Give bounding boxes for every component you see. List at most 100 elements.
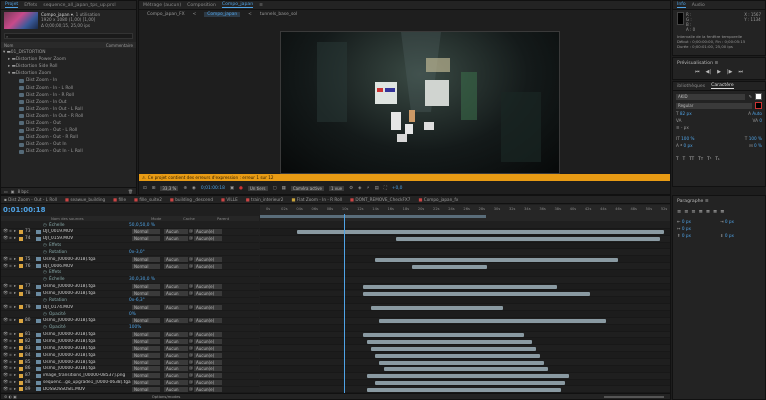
layer-parent-select[interactable]: Aucun(e) (194, 332, 222, 338)
layer-name[interactable]: Osmo_[00000-3018].tga (43, 318, 132, 323)
camera-snapshot-icon[interactable]: ◉ (192, 186, 196, 191)
next-frame-icon[interactable]: |▶ (727, 69, 733, 75)
viewer-timecode[interactable]: 0;01:00:18 (201, 186, 225, 191)
col-source-name[interactable]: Nom des sources (51, 216, 151, 221)
layer-name[interactable]: DJI_0174.MOV (43, 305, 132, 310)
transparency-grid-icon[interactable]: ▦ (282, 186, 286, 191)
layer-trkmat-select[interactable]: Aucun (164, 332, 188, 338)
label-color-swatch[interactable] (19, 332, 23, 337)
layer-parent-select[interactable]: Aucun(e) (194, 366, 222, 372)
property-value[interactable]: 0% (129, 312, 189, 317)
layer-trkmat-select[interactable]: Aucun (164, 304, 188, 310)
layer-parent-select[interactable]: Aucun(e) (194, 236, 222, 242)
list-item[interactable]: Dist Zoom - In Out (3, 99, 136, 106)
tab-composition[interactable]: Compo_japan (221, 2, 254, 8)
space-before-value[interactable]: 0 px (682, 233, 691, 238)
trash-icon[interactable]: 🗑 (128, 189, 133, 194)
all-caps-button[interactable]: TT (689, 156, 694, 161)
layer-parent-select[interactable]: Aucun(e) (194, 291, 222, 297)
layer-trkmat-select[interactable]: Aucun (164, 352, 188, 358)
layer-mode-select[interactable]: Normal (132, 291, 160, 297)
play-icon[interactable]: ▶ (717, 69, 721, 75)
layer-duration-bar[interactable] (367, 374, 569, 379)
layer-name[interactable]: Osmo_[00000-3018].tga (43, 353, 132, 358)
leading-value[interactable]: Auto (752, 111, 762, 116)
show-snapshot-icon[interactable]: ▣ (230, 186, 234, 191)
viewer-frame[interactable] (280, 31, 560, 174)
layer-parent-select[interactable]: Aucun(e) (194, 338, 222, 344)
layer-duration-bar[interactable] (395, 237, 660, 242)
list-item[interactable]: ▸ ▬ Distortion Power Zoom (3, 56, 136, 63)
tab-timeline[interactable]: ■ train_interieur2 (243, 197, 287, 202)
layer-parent-select[interactable]: Aucun(e) (194, 263, 222, 269)
layer-parent-select[interactable]: Aucun(e) (194, 359, 222, 365)
small-caps-button[interactable]: Tт (698, 156, 703, 161)
always-preview-icon[interactable]: ⊡ (143, 186, 147, 191)
label-color-swatch[interactable] (19, 264, 23, 269)
label-color-swatch[interactable] (19, 339, 23, 344)
align-center-button[interactable]: ≡ (684, 209, 688, 215)
grid-icon[interactable]: ⊞ (152, 186, 156, 191)
layer-duration-bar[interactable] (371, 305, 504, 310)
justify-center-button[interactable]: ≣ (706, 209, 710, 215)
zoom-select[interactable]: 33,3 % (160, 185, 179, 191)
bpc-label[interactable]: 8 bpc (18, 189, 29, 194)
layer-mode-select[interactable]: Normal (132, 386, 160, 392)
align-left-button[interactable]: ≡ (677, 209, 681, 215)
timeline-icon[interactable]: ▤ (375, 186, 379, 191)
tab-effects[interactable]: Effets (24, 3, 37, 8)
indent-right-value[interactable]: 0 px (725, 219, 734, 224)
layer-parent-select[interactable]: Aucun(e) (194, 373, 222, 379)
layer-duration-bar[interactable] (375, 257, 619, 262)
layer-trkmat-select[interactable]: Aucun (164, 338, 188, 344)
layer-mode-select[interactable]: Normal (132, 236, 160, 242)
layer-parent-select[interactable]: Aucun(e) (194, 345, 222, 351)
new-folder-icon[interactable]: ▭ (4, 189, 8, 194)
tab-composition-label[interactable]: Composition (187, 3, 216, 8)
col-name[interactable]: Nom (4, 43, 13, 48)
tab-timeline[interactable]: ■ seawue_building (62, 197, 108, 202)
layer-trkmat-select[interactable]: Aucun (164, 236, 188, 242)
list-item[interactable]: ▸ ▬ Distortion Side Roll (3, 63, 136, 70)
label-color-swatch[interactable] (19, 380, 23, 385)
tab-info[interactable]: Info (677, 2, 686, 8)
list-item[interactable]: Dist Zoom - Out In - L Roll (3, 148, 136, 155)
resolution-select[interactable]: Un tiers (247, 185, 268, 191)
label-color-swatch[interactable] (19, 387, 23, 392)
tsume-value[interactable]: 0 % (754, 143, 762, 148)
label-color-swatch[interactable] (19, 360, 23, 365)
camera-select[interactable]: Caméra active (290, 185, 324, 191)
col-trkmat[interactable]: Cache (183, 216, 217, 221)
folder-item[interactable]: ▾ ▬ 01_DISTORTION (3, 49, 136, 56)
faux-bold-button[interactable]: T (676, 156, 679, 161)
list-item[interactable]: Dist Zoom - In - L Roll (3, 84, 136, 91)
comp-name[interactable]: Compo_japan ▾ (41, 12, 73, 17)
layer-duration-bar[interactable] (363, 292, 590, 296)
tracking-value[interactable]: 0 (759, 118, 762, 123)
label-color-swatch[interactable] (19, 346, 23, 351)
layer-name[interactable]: Osmo_[00000-3018].tga (43, 257, 132, 262)
layer-name[interactable]: Osmo_[00000-3018].tga (43, 366, 132, 371)
layer-duration-bar[interactable] (367, 339, 532, 344)
list-item[interactable]: Dist Zoom - Out (3, 120, 136, 127)
layer-parent-select[interactable]: Aucun(e) (194, 229, 222, 235)
layer-parent-select[interactable]: Aucun(e) (194, 304, 222, 310)
layer-name[interactable]: Osmo_[00000-3018].tga (43, 332, 132, 337)
layer-mode-select[interactable]: Normal (132, 304, 160, 310)
tab-timeline[interactable]: ■ fille_suite2 (131, 197, 165, 202)
layer-mode-select[interactable]: Normal (132, 284, 160, 290)
layer-parent-select[interactable]: Aucun(e) (194, 256, 222, 262)
layer-trkmat-select[interactable]: Aucun (164, 291, 188, 297)
hscale-value[interactable]: 100 % (749, 136, 762, 141)
layer-duration-bar[interactable] (383, 367, 549, 372)
layer-trkmat-select[interactable]: Aucun (164, 229, 188, 235)
prev-frame-icon[interactable]: ◀| (706, 69, 712, 75)
layer-trkmat-select[interactable]: Aucun (164, 386, 188, 392)
layer-trkmat-select[interactable]: Aucun (164, 284, 188, 290)
view-layout-select[interactable]: 1 vue (328, 185, 345, 191)
playhead[interactable] (344, 214, 345, 394)
list-item[interactable]: Dist Zoom - In - R Roll (3, 92, 136, 99)
3d-icon[interactable]: ◈ (358, 186, 361, 191)
exposure-value[interactable]: +0,0 (392, 186, 403, 191)
list-item[interactable]: ▾ ▬ Distortion Zoom (3, 70, 136, 77)
